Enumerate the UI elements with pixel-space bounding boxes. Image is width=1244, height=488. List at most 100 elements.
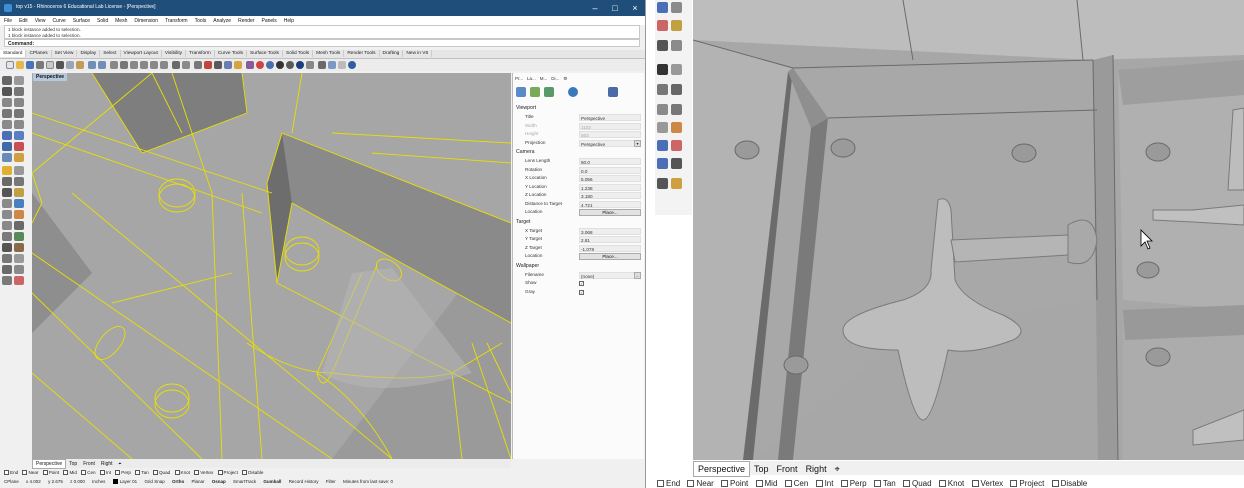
wallpaper-props-icon[interactable]: [608, 87, 618, 97]
tab-curve-tools[interactable]: Curve Tools: [215, 50, 248, 57]
zoom-selected-icon[interactable]: [160, 61, 168, 69]
chevron-down-icon[interactable]: ▾: [634, 139, 641, 147]
menu-mesh[interactable]: Mesh: [111, 16, 130, 24]
osnap-quad[interactable]: Quad: [152, 470, 170, 475]
select-arrow-icon[interactable]: [2, 76, 12, 85]
ghosted-icon[interactable]: [286, 61, 294, 69]
osnap-mid[interactable]: Mid: [755, 479, 777, 488]
undo-icon[interactable]: [88, 61, 96, 69]
grid-props-icon[interactable]: [544, 87, 554, 97]
menu-tools[interactable]: Tools: [191, 16, 210, 24]
distance-field[interactable]: 4.721: [579, 200, 641, 208]
extrude-icon[interactable]: [14, 153, 24, 162]
osnap-near[interactable]: Near: [687, 479, 714, 488]
checkbox[interactable]: [755, 480, 763, 487]
tab-mesh-tools[interactable]: Mesh Tools: [313, 50, 345, 57]
zoom-window-icon[interactable]: [140, 61, 148, 69]
solid-tool-icon[interactable]: [2, 142, 12, 151]
scale-icon[interactable]: [671, 122, 682, 133]
target-place-button[interactable]: Place...: [579, 253, 641, 260]
osnap-knot[interactable]: Knot: [174, 470, 190, 475]
layout-icon[interactable]: [14, 265, 24, 274]
point-tool-icon[interactable]: [14, 76, 24, 85]
history-icon[interactable]: [328, 61, 336, 69]
cplane-indicator[interactable]: CPlane: [4, 479, 19, 484]
analyze-icon[interactable]: [657, 158, 668, 169]
extrude-icon[interactable]: [671, 20, 682, 31]
array-icon[interactable]: [14, 232, 24, 241]
checkbox[interactable]: [217, 470, 223, 475]
tab-viewport-layout[interactable]: Viewport Layout: [121, 50, 162, 57]
tab-front[interactable]: Front: [80, 460, 98, 468]
gray-checkbox[interactable]: ✓: [579, 289, 584, 295]
osnap-vertex[interactable]: Vertex: [194, 470, 213, 475]
osnap-near[interactable]: Near: [22, 470, 38, 475]
menu-surface[interactable]: Surface: [69, 16, 93, 24]
checkbox[interactable]: [657, 480, 664, 487]
copy-icon[interactable]: [66, 61, 74, 69]
surface-tool-icon[interactable]: [2, 131, 12, 140]
checkbox[interactable]: [1051, 480, 1059, 487]
scale-icon[interactable]: [14, 221, 24, 230]
polyline-icon[interactable]: [2, 87, 12, 96]
viewport-props-icon[interactable]: [516, 87, 526, 97]
checkbox[interactable]: [63, 470, 69, 475]
circle-icon[interactable]: [2, 98, 12, 107]
ellipse-icon[interactable]: [2, 120, 12, 129]
osnap-int[interactable]: Int: [815, 479, 833, 488]
tab-properties[interactable]: Pr...: [513, 75, 525, 82]
select-icon[interactable]: [194, 61, 202, 69]
menu-solid[interactable]: Solid: [93, 16, 111, 24]
checkbox[interactable]: [902, 480, 910, 487]
split-icon[interactable]: [14, 177, 24, 186]
menu-curve[interactable]: Curve: [48, 16, 68, 24]
point-icon[interactable]: [204, 61, 212, 69]
x-location-field[interactable]: 5.056: [579, 175, 641, 182]
join-icon[interactable]: [671, 84, 682, 95]
tab-visibility[interactable]: Visibility: [162, 50, 187, 57]
osnap-end[interactable]: End: [657, 479, 680, 488]
mirror-icon[interactable]: [2, 232, 12, 241]
maximize-button[interactable]: □: [608, 2, 622, 14]
options-icon[interactable]: [306, 61, 314, 69]
menu-dimension[interactable]: Dimension: [130, 16, 161, 24]
render-props-icon[interactable]: [568, 87, 578, 97]
grid-icon[interactable]: [2, 243, 12, 252]
osnap-disable[interactable]: Disable: [1051, 479, 1087, 488]
osnap-project[interactable]: Project: [1010, 479, 1044, 488]
move-icon[interactable]: [657, 104, 668, 115]
menu-view[interactable]: View: [31, 16, 49, 24]
menu-file[interactable]: File: [0, 16, 15, 24]
checkbox[interactable]: [42, 470, 48, 475]
zoom-icon[interactable]: [130, 61, 138, 69]
osnap-icon[interactable]: [657, 178, 668, 189]
mesh-tool-icon[interactable]: [671, 40, 682, 51]
pan-icon[interactable]: [110, 61, 118, 69]
polygon-icon[interactable]: [14, 109, 24, 118]
tab-top[interactable]: Top: [750, 462, 773, 476]
surface-tool-icon[interactable]: [657, 2, 668, 13]
osnap-project[interactable]: Project: [217, 470, 238, 475]
checkbox[interactable]: [81, 470, 87, 475]
osnap-mid[interactable]: Mid: [63, 470, 77, 475]
osnap-disable[interactable]: Disable: [242, 470, 263, 475]
x-target-field[interactable]: 3.068: [579, 227, 641, 235]
tab-right[interactable]: Right: [802, 462, 831, 476]
browse-button[interactable]: …: [634, 271, 641, 279]
rotate-icon[interactable]: [2, 221, 12, 230]
osnap-quad[interactable]: Quad: [902, 479, 932, 488]
mesh-tool-icon[interactable]: [2, 153, 12, 162]
gumball-toggle[interactable]: Gumball: [263, 479, 281, 484]
rectangle-icon[interactable]: [2, 109, 12, 118]
surface-icon[interactable]: [224, 61, 232, 69]
lights-icon[interactable]: [234, 61, 242, 69]
filter-toggle[interactable]: Filter: [326, 479, 336, 484]
checkbox[interactable]: [938, 480, 946, 487]
tab-materials[interactable]: M...: [538, 75, 550, 82]
zoomed-perspective-viewport[interactable]: [693, 0, 1244, 460]
render-icon[interactable]: [266, 61, 274, 69]
ortho-toggle[interactable]: Ortho: [172, 479, 184, 484]
block-icon[interactable]: [2, 254, 12, 263]
units-indicator[interactable]: Inches: [92, 479, 105, 484]
boolean-icon[interactable]: [657, 20, 668, 31]
